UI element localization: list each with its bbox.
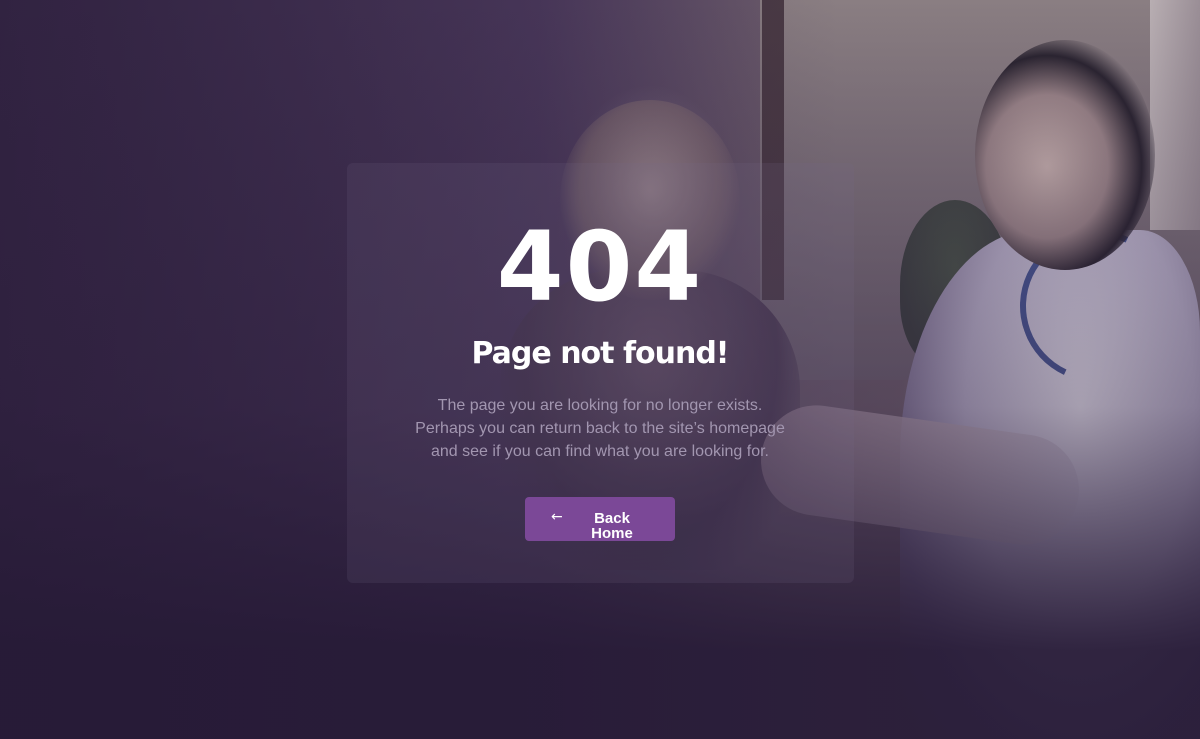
error-description: The page you are looking for no longer e… (380, 394, 820, 463)
arrow-left-icon: ← (551, 509, 563, 525)
description-line: and see if you can find what you are loo… (431, 443, 769, 460)
description-line: Perhaps you can return back to the site’… (415, 420, 785, 437)
page-title: Page not found! (471, 336, 730, 371)
description-line: The page you are looking for no longer e… (437, 397, 763, 414)
back-home-button[interactable]: ← Back Home (525, 497, 675, 541)
back-home-label: Back Home (591, 510, 633, 542)
error-code: 404 (496, 211, 704, 323)
